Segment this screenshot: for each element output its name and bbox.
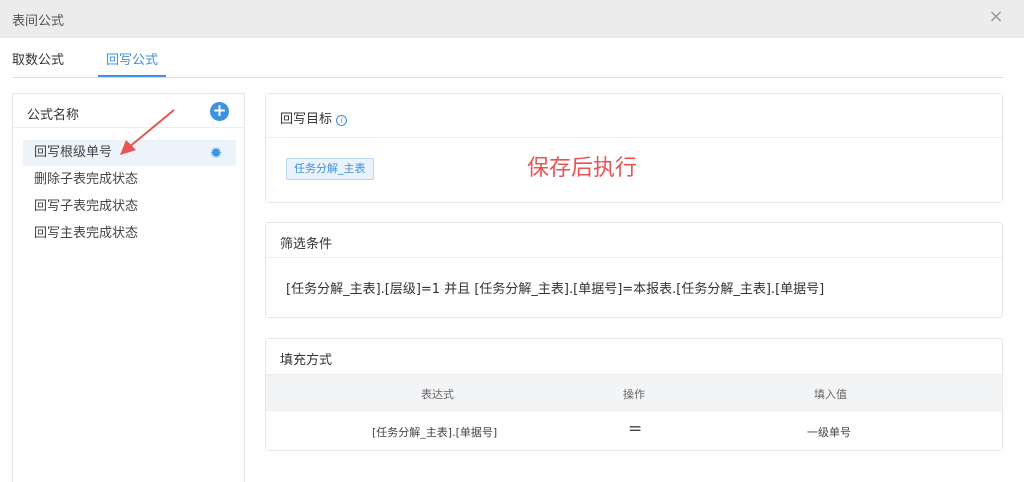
cell-expression: [任务分解_主表].[单据号]	[372, 426, 498, 439]
filter-condition-text[interactable]: [任务分解_主表].[层级]=1 并且 [任务分解_主表].[单据号]=本报表.…	[286, 278, 824, 297]
formula-item-label: 回写子表完成状态	[34, 199, 139, 214]
add-formula-button[interactable]: +	[210, 102, 229, 121]
fill-method-title: 填充方式	[280, 353, 333, 368]
formula-item-writeback-main-status[interactable]: 回写主表完成状态	[23, 221, 236, 247]
annotation-arrow-icon	[120, 109, 175, 155]
annotation-text: 保存后执行	[527, 156, 638, 181]
close-icon[interactable]: ×	[988, 8, 1004, 26]
filter-condition-card: 筛选条件 [任务分解_主表].[层级]=1 并且 [任务分解_主表].[单据号]…	[265, 222, 1003, 318]
cell-value: 一级单号	[807, 426, 851, 439]
info-icon[interactable]: i	[336, 115, 348, 126]
table-row[interactable]: [任务分解_主表].[单据号] = 一级单号	[266, 411, 1002, 451]
fill-table-header: 表达式 操作 填入值	[266, 374, 1002, 411]
formula-item-label: 回写主表完成状态	[34, 226, 139, 241]
column-header-operation: 操作	[623, 388, 645, 401]
tab-fetch-formula[interactable]: 取数公式	[12, 49, 64, 68]
dialog-title: 表间公式	[12, 14, 65, 29]
formula-item-label: 回写根级单号	[34, 145, 113, 160]
formula-list-title: 公式名称	[27, 108, 80, 123]
filter-condition-title: 筛选条件	[280, 237, 333, 252]
cell-operation: =	[628, 419, 643, 439]
fill-method-card: 填充方式 表达式 操作 填入值 [任务分解_主表].[单据号] = 一级单号	[265, 338, 1003, 451]
formula-item-label: 删除子表完成状态	[34, 172, 139, 187]
writeback-target-header: 回写目标 i	[266, 94, 1002, 138]
writeback-target-title: 回写目标 i	[280, 108, 348, 127]
formula-item-writeback-child-status[interactable]: 回写子表完成状态	[23, 194, 236, 220]
column-header-value: 填入值	[814, 388, 847, 401]
writeback-target-card: 回写目标 i 任务分解_主表 保存后执行	[265, 93, 1003, 203]
dialog-titlebar: 表间公式 ×	[0, 0, 1024, 38]
gear-icon[interactable]: ✹	[209, 146, 223, 161]
filter-condition-header: 筛选条件	[266, 223, 1002, 258]
formula-tabs: 取数公式 回写公式	[12, 38, 1004, 78]
target-table-tag[interactable]: 任务分解_主表	[286, 158, 374, 180]
tab-writeback-formula[interactable]: 回写公式	[97, 49, 167, 77]
column-header-expression: 表达式	[421, 388, 454, 401]
fill-method-header: 填充方式	[266, 339, 1002, 374]
formula-item-delete-child-status[interactable]: 删除子表完成状态	[23, 167, 236, 193]
